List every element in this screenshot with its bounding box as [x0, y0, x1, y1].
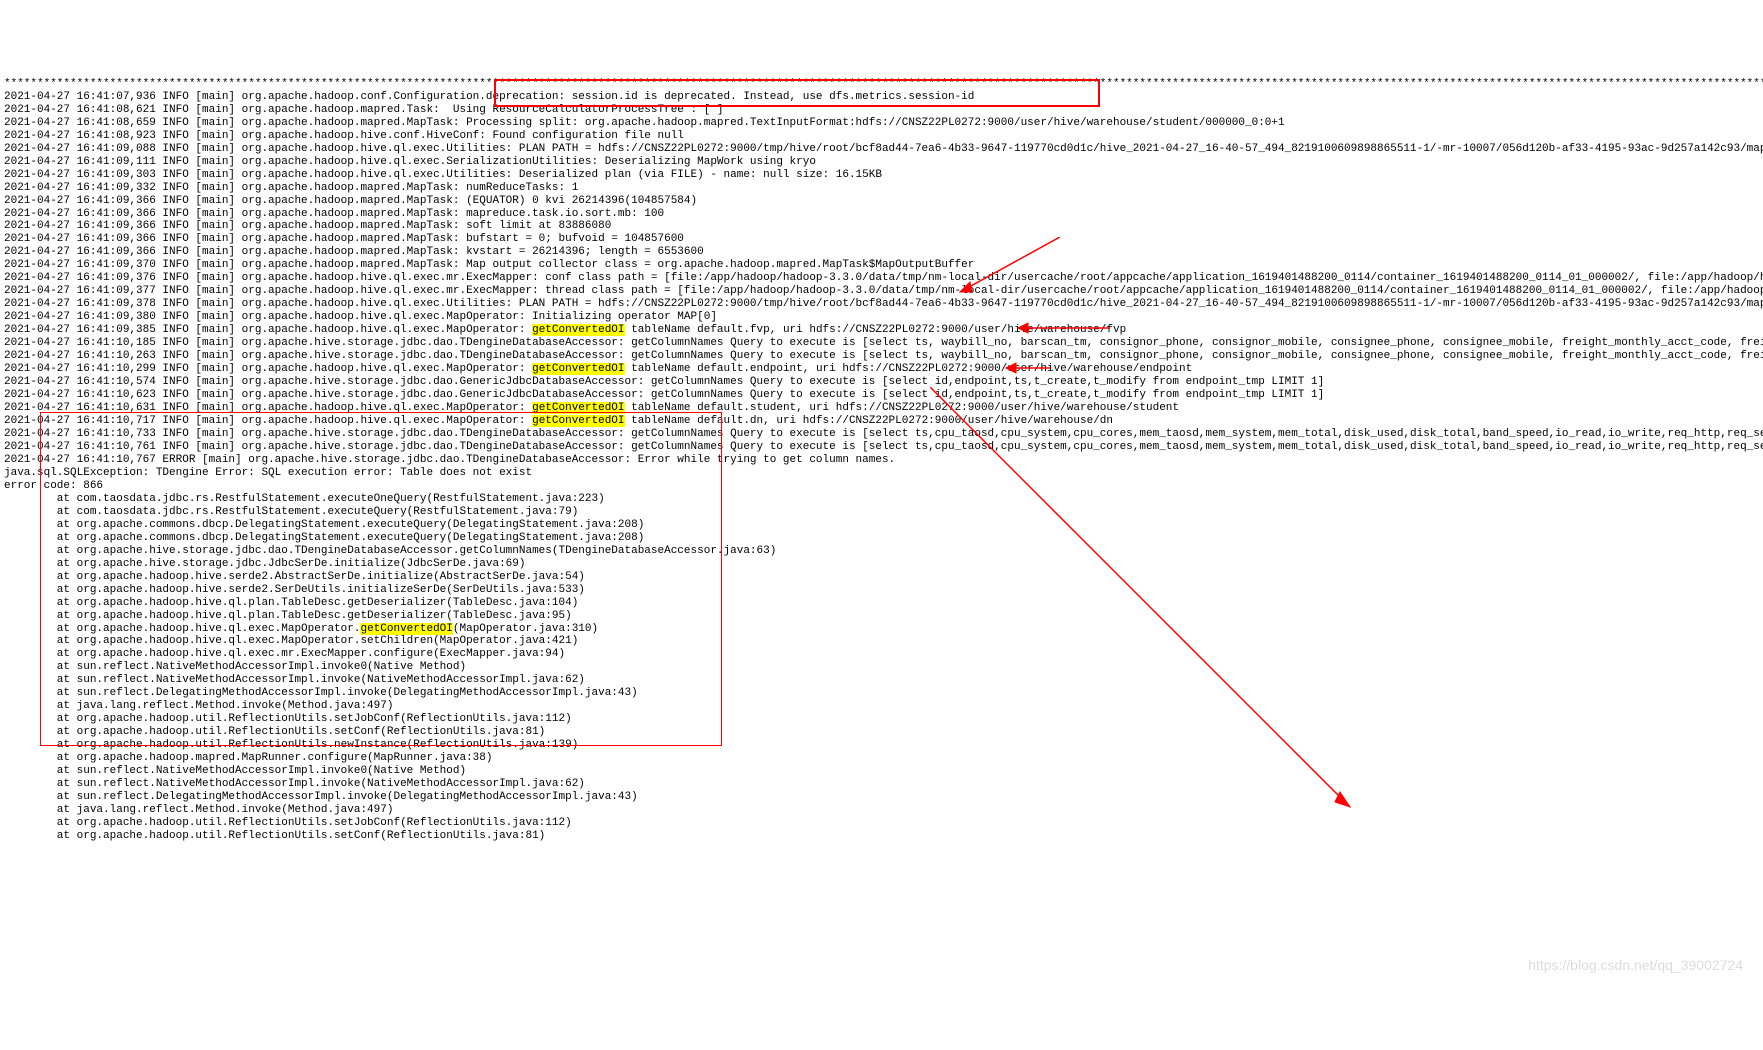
log-line: 2021-04-27 16:41:09,303 INFO [main] org.…	[4, 169, 1759, 182]
log-line: 2021-04-27 16:41:10,717 INFO [main] org.…	[4, 415, 1759, 428]
log-lines: ****************************************…	[4, 78, 1759, 843]
log-line: at sun.reflect.NativeMethodAccessorImpl.…	[4, 661, 1759, 674]
highlight-getConvertedOI: getConvertedOI	[532, 363, 624, 375]
highlight-getConvertedOI: getConvertedOI	[532, 324, 624, 336]
log-line: at java.lang.reflect.Method.invoke(Metho…	[4, 700, 1759, 713]
log-line: 2021-04-27 16:41:10,767 ERROR [main] org…	[4, 454, 1759, 467]
log-line: error code: 866	[4, 480, 1759, 493]
log-line: 2021-04-27 16:41:07,936 INFO [main] org.…	[4, 91, 1759, 104]
log-line: 2021-04-27 16:41:09,111 INFO [main] org.…	[4, 156, 1759, 169]
log-line: 2021-04-27 16:41:10,761 INFO [main] org.…	[4, 441, 1759, 454]
log-line: 2021-04-27 16:41:10,299 INFO [main] org.…	[4, 363, 1759, 376]
highlight-getConvertedOI: getConvertedOI	[532, 402, 624, 414]
log-line: ****************************************…	[4, 78, 1759, 91]
log-line: 2021-04-27 16:41:10,631 INFO [main] org.…	[4, 402, 1759, 415]
log-line: at org.apache.hadoop.util.ReflectionUtil…	[4, 739, 1759, 752]
log-line: at org.apache.hive.storage.jdbc.dao.TDen…	[4, 545, 1759, 558]
log-line: 2021-04-27 16:41:10,574 INFO [main] org.…	[4, 376, 1759, 389]
log-line: 2021-04-27 16:41:09,366 INFO [main] org.…	[4, 220, 1759, 233]
log-line: 2021-04-27 16:41:09,378 INFO [main] org.…	[4, 298, 1759, 311]
log-line: 2021-04-27 16:41:09,376 INFO [main] org.…	[4, 272, 1759, 285]
log-line: at sun.reflect.DelegatingMethodAccessorI…	[4, 791, 1759, 804]
log-output: ****************************************…	[0, 52, 1763, 986]
log-line: 2021-04-27 16:41:09,366 INFO [main] org.…	[4, 233, 1759, 246]
log-line: at org.apache.hadoop.hive.ql.exec.mr.Exe…	[4, 648, 1759, 661]
log-line: 2021-04-27 16:41:08,923 INFO [main] org.…	[4, 130, 1759, 143]
log-line: at org.apache.hadoop.hive.serde2.SerDeUt…	[4, 584, 1759, 597]
highlight-getConvertedOI: getConvertedOI	[360, 623, 452, 635]
log-line: 2021-04-27 16:41:10,733 INFO [main] org.…	[4, 428, 1759, 441]
log-line: 2021-04-27 16:41:09,377 INFO [main] org.…	[4, 285, 1759, 298]
log-line: 2021-04-27 16:41:09,088 INFO [main] org.…	[4, 143, 1759, 156]
log-line: at org.apache.hadoop.hive.ql.exec.MapOpe…	[4, 635, 1759, 648]
log-line: 2021-04-27 16:41:09,385 INFO [main] org.…	[4, 324, 1759, 337]
log-line: at org.apache.hive.storage.jdbc.JdbcSerD…	[4, 558, 1759, 571]
log-line: at java.lang.reflect.Method.invoke(Metho…	[4, 804, 1759, 817]
log-line: 2021-04-27 16:41:09,366 INFO [main] org.…	[4, 195, 1759, 208]
watermark: https://blog.csdn.net/qq_39002724	[1528, 957, 1743, 974]
log-line: at org.apache.hadoop.mapred.MapRunner.co…	[4, 752, 1759, 765]
log-line: at org.apache.hadoop.hive.ql.plan.TableD…	[4, 610, 1759, 623]
log-line: at org.apache.commons.dbcp.DelegatingSta…	[4, 532, 1759, 545]
log-line: at org.apache.hadoop.hive.ql.exec.MapOpe…	[4, 623, 1759, 636]
highlight-getConvertedOI: getConvertedOI	[532, 415, 624, 427]
log-line: at org.apache.hadoop.util.ReflectionUtil…	[4, 817, 1759, 830]
log-line: at sun.reflect.NativeMethodAccessorImpl.…	[4, 674, 1759, 687]
log-line: 2021-04-27 16:41:09,380 INFO [main] org.…	[4, 311, 1759, 324]
log-line: at org.apache.hadoop.util.ReflectionUtil…	[4, 726, 1759, 739]
log-line: 2021-04-27 16:41:08,621 INFO [main] org.…	[4, 104, 1759, 117]
log-line: 2021-04-27 16:41:10,623 INFO [main] org.…	[4, 389, 1759, 402]
log-line: at org.apache.hadoop.hive.serde2.Abstrac…	[4, 571, 1759, 584]
log-line: 2021-04-27 16:41:08,659 INFO [main] org.…	[4, 117, 1759, 130]
log-line: at org.apache.hadoop.util.ReflectionUtil…	[4, 713, 1759, 726]
log-line: at org.apache.commons.dbcp.DelegatingSta…	[4, 519, 1759, 532]
log-line: at org.apache.hadoop.hive.ql.plan.TableD…	[4, 597, 1759, 610]
log-line: at org.apache.hadoop.util.ReflectionUtil…	[4, 830, 1759, 843]
log-line: at sun.reflect.DelegatingMethodAccessorI…	[4, 687, 1759, 700]
log-line: java.sql.SQLException: TDengine Error: S…	[4, 467, 1759, 480]
log-line: 2021-04-27 16:41:09,370 INFO [main] org.…	[4, 259, 1759, 272]
log-line: 2021-04-27 16:41:09,332 INFO [main] org.…	[4, 182, 1759, 195]
log-line: 2021-04-27 16:41:10,263 INFO [main] org.…	[4, 350, 1759, 363]
log-line: at sun.reflect.NativeMethodAccessorImpl.…	[4, 765, 1759, 778]
log-line: at com.taosdata.jdbc.rs.RestfulStatement…	[4, 506, 1759, 519]
log-line: at com.taosdata.jdbc.rs.RestfulStatement…	[4, 493, 1759, 506]
log-line: at sun.reflect.NativeMethodAccessorImpl.…	[4, 778, 1759, 791]
log-line: 2021-04-27 16:41:10,185 INFO [main] org.…	[4, 337, 1759, 350]
log-line: 2021-04-27 16:41:09,366 INFO [main] org.…	[4, 208, 1759, 221]
log-line: 2021-04-27 16:41:09,366 INFO [main] org.…	[4, 246, 1759, 259]
